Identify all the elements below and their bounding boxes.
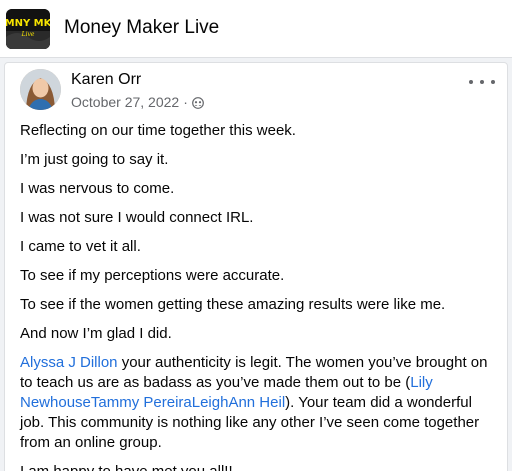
- meta-separator: ·: [183, 94, 188, 110]
- post-paragraph: And now I’m glad I did.: [20, 325, 172, 342]
- post-paragraph: I came to vet it all.: [20, 238, 141, 255]
- post-date[interactable]: October 27, 2022: [71, 94, 179, 110]
- money-logo-icon: MNY MK Live: [6, 9, 50, 49]
- post-paragraph: To see if my perceptions were accurate.: [20, 267, 285, 284]
- svg-text:Live: Live: [21, 31, 35, 38]
- group-name[interactable]: Money Maker Live: [64, 17, 219, 39]
- svg-text:MNY MK: MNY MK: [6, 18, 50, 29]
- post-paragraph: I am happy to have met you all!!: [20, 462, 500, 471]
- mention-tammy[interactable]: Tammy Pereira: [91, 394, 192, 411]
- post-paragraph: To see if the women getting these amazin…: [20, 296, 446, 313]
- mention-leighann[interactable]: LeighAnn Heil: [192, 394, 285, 411]
- post-card: Karen Orr October 27, 2022 · Reflecting …: [4, 62, 508, 471]
- post-body: Reflecting on our time together this wee…: [20, 121, 500, 471]
- post-meta: October 27, 2022 ·: [71, 94, 204, 110]
- author-photo-icon: [20, 69, 61, 110]
- post-author[interactable]: Karen Orr: [71, 71, 141, 89]
- mention-paragraph: Alyssa J Dillon your authenticity is leg…: [20, 353, 500, 453]
- mention-alyssa[interactable]: Alyssa J Dillon: [20, 354, 118, 371]
- avatar[interactable]: [20, 69, 61, 110]
- group-header: MNY MK Live Money Maker Live: [0, 0, 512, 58]
- post-paragraph: I was nervous to come.: [20, 180, 175, 197]
- post-paragraph: I was not sure I would connect IRL.: [20, 209, 254, 226]
- group-members-icon: [191, 96, 204, 109]
- post-paragraph: Reflecting on our time together this wee…: [20, 122, 296, 139]
- more-options-icon[interactable]: [469, 73, 495, 91]
- post-paragraph: I’m just going to say it.: [20, 151, 169, 168]
- group-logo[interactable]: MNY MK Live: [6, 9, 50, 49]
